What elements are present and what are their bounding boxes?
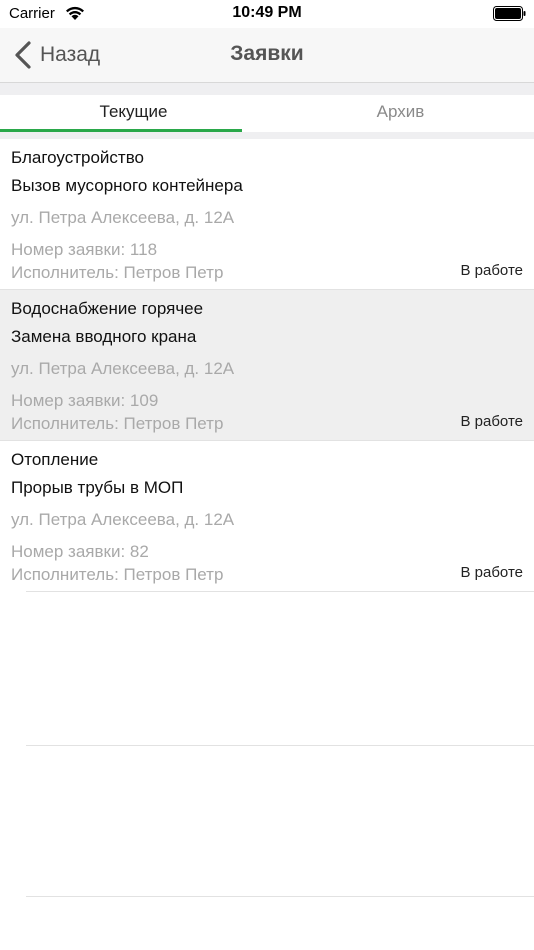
request-executor: Исполнитель: Петров Петр xyxy=(11,263,224,282)
request-category: Отопление xyxy=(11,450,99,469)
request-title: Прорыв трубы в МОП xyxy=(11,478,184,497)
request-category: Водоснабжение горячее xyxy=(11,299,204,318)
request-address: ул. Петра Алексеева, д. 12А xyxy=(11,510,235,529)
row-divider xyxy=(26,591,534,592)
requests-list: Благоустройство Вызов мусорного контейне… xyxy=(0,139,534,592)
request-row[interactable]: Отопление Прорыв трубы в МОП ул. Петра А… xyxy=(0,441,534,592)
empty-row-divider xyxy=(26,896,534,897)
request-title: Вызов мусорного контейнера xyxy=(11,176,243,195)
tab-current-label: Текущие xyxy=(99,102,168,121)
tab-current[interactable]: Текущие xyxy=(0,95,267,132)
request-row[interactable]: Благоустройство Вызов мусорного контейне… xyxy=(0,139,534,290)
navigation-bar: Назад Заявки xyxy=(0,28,534,83)
request-executor: Исполнитель: Петров Петр xyxy=(11,414,224,433)
request-number: Номер заявки: 82 xyxy=(11,542,149,561)
request-executor: Исполнитель: Петров Петр xyxy=(11,565,224,584)
request-status: В работе xyxy=(460,413,523,430)
page-title: Заявки xyxy=(230,42,304,65)
segmented-tabs: Текущие Архив xyxy=(0,95,534,132)
empty-row-divider xyxy=(26,745,534,746)
request-number: Номер заявки: 118 xyxy=(11,240,158,259)
request-title: Замена вводного крана xyxy=(11,327,197,346)
status-time: 10:49 PM xyxy=(232,4,302,21)
request-status: В работе xyxy=(460,262,523,279)
request-address: ул. Петра Алексеева, д. 12А xyxy=(11,208,235,227)
battery-icon xyxy=(493,6,526,21)
request-address: ул. Петра Алексеева, д. 12А xyxy=(11,359,235,378)
nav-gap xyxy=(0,83,534,95)
request-number: Номер заявки: 109 xyxy=(11,391,159,410)
tab-archive[interactable]: Архив xyxy=(267,95,534,132)
request-row[interactable]: Водоснабжение горячее Замена вводного кр… xyxy=(0,290,534,441)
request-status: В работе xyxy=(460,564,523,581)
tabs-separator xyxy=(0,132,534,139)
request-category: Благоустройство xyxy=(11,148,145,167)
status-bar: Carrier 10:49 PM xyxy=(0,0,534,28)
tab-archive-label: Архив xyxy=(376,102,425,121)
